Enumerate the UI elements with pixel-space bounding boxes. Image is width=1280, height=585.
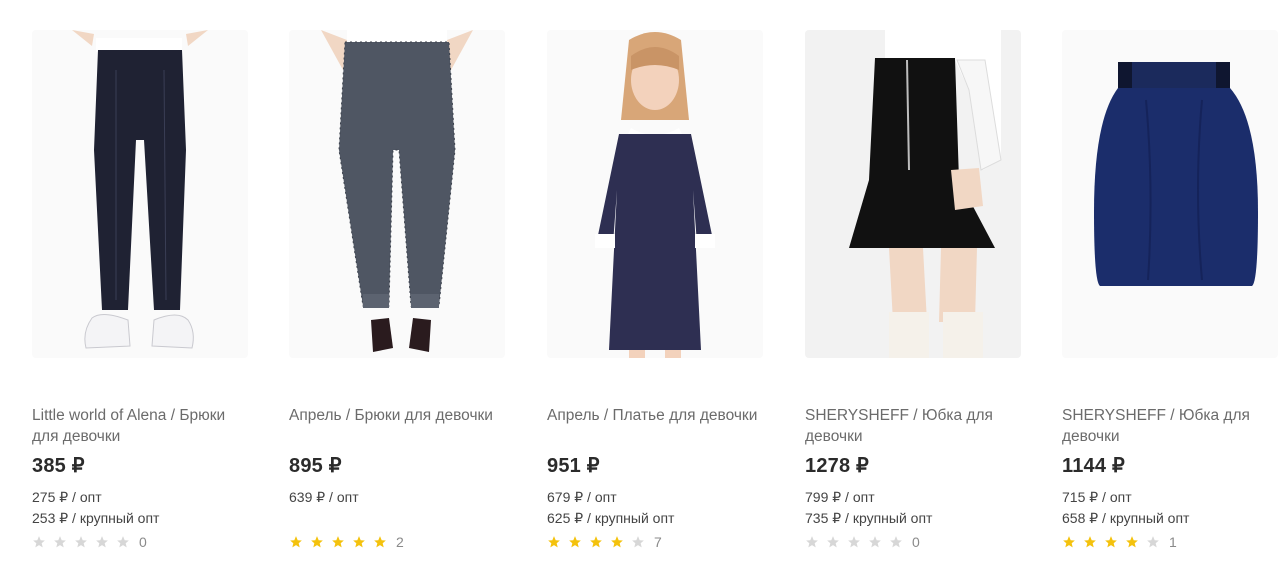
product-image-black-skirt[interactable] bbox=[805, 30, 1021, 358]
product-card[interactable]: SHERYSHEFF / Юбка для девочки 1144 ₽ 715… bbox=[1050, 0, 1280, 585]
product-title[interactable]: Апрель / Брюки для девочки bbox=[289, 405, 511, 426]
star-icon bbox=[847, 535, 861, 549]
large-wholesale-price: 253 ₽ / крупный опт bbox=[32, 510, 160, 526]
star-icon bbox=[826, 535, 840, 549]
star-icon bbox=[1146, 535, 1160, 549]
product-image-black-trousers[interactable] bbox=[32, 30, 248, 358]
large-wholesale-price: 625 ₽ / крупный опт bbox=[547, 510, 675, 526]
product-grid: Little world of Alena / Брюки для девочк… bbox=[0, 0, 1280, 585]
star-icon bbox=[289, 535, 303, 549]
product-card[interactable]: Little world of Alena / Брюки для девочк… bbox=[20, 0, 250, 585]
star-icon bbox=[805, 535, 819, 549]
star-icon bbox=[53, 535, 67, 549]
product-price: 951 ₽ bbox=[547, 455, 600, 477]
wholesale-price: 679 ₽ / опт bbox=[547, 489, 617, 505]
wholesale-price: 799 ₽ / опт bbox=[805, 489, 875, 505]
product-card[interactable]: Апрель / Платье для девочки 951 ₽ 679 ₽ … bbox=[535, 0, 765, 585]
star-icon bbox=[868, 535, 882, 549]
star-icon bbox=[74, 535, 88, 549]
star-icon bbox=[352, 535, 366, 549]
product-title[interactable]: Little world of Alena / Брюки для девочк… bbox=[32, 405, 254, 447]
rating: 1 bbox=[1062, 534, 1177, 550]
star-icon bbox=[1083, 535, 1097, 549]
wholesale-price: 275 ₽ / опт bbox=[32, 489, 102, 505]
rating: 0 bbox=[805, 534, 920, 550]
wholesale-price: 639 ₽ / опт bbox=[289, 489, 359, 505]
star-icon bbox=[116, 535, 130, 549]
review-count[interactable]: 0 bbox=[912, 534, 920, 550]
product-title[interactable]: Апрель / Платье для девочки bbox=[547, 405, 769, 426]
product-price: 895 ₽ bbox=[289, 455, 342, 477]
product-image-navy-dress[interactable] bbox=[547, 30, 763, 358]
star-icon bbox=[610, 535, 624, 549]
product-price: 1144 ₽ bbox=[1062, 455, 1125, 477]
product-card[interactable]: SHERYSHEFF / Юбка для девочки 1278 ₽ 799… bbox=[793, 0, 1023, 585]
product-price: 385 ₽ bbox=[32, 455, 85, 477]
product-image-navy-skirt[interactable] bbox=[1062, 30, 1278, 358]
star-icon bbox=[1104, 535, 1118, 549]
rating: 0 bbox=[32, 534, 147, 550]
star-icon bbox=[889, 535, 903, 549]
product-title[interactable]: SHERYSHEFF / Юбка для девочки bbox=[805, 405, 1027, 447]
large-wholesale-price: 735 ₽ / крупный опт bbox=[805, 510, 933, 526]
product-image-grey-trousers[interactable] bbox=[289, 30, 505, 358]
review-count[interactable]: 1 bbox=[1169, 534, 1177, 550]
star-icon bbox=[568, 535, 582, 549]
wholesale-price: 715 ₽ / опт bbox=[1062, 489, 1132, 505]
star-icon bbox=[32, 535, 46, 549]
star-icon bbox=[547, 535, 561, 549]
star-icon bbox=[589, 535, 603, 549]
star-icon bbox=[373, 535, 387, 549]
product-price: 1278 ₽ bbox=[805, 455, 869, 477]
star-icon bbox=[1062, 535, 1076, 549]
star-icon bbox=[310, 535, 324, 549]
star-icon bbox=[95, 535, 109, 549]
product-card[interactable]: Апрель / Брюки для девочки 895 ₽ 639 ₽ /… bbox=[277, 0, 507, 585]
star-icon bbox=[1125, 535, 1139, 549]
review-count[interactable]: 7 bbox=[654, 534, 662, 550]
star-icon bbox=[631, 535, 645, 549]
large-wholesale-price: 658 ₽ / крупный опт bbox=[1062, 510, 1190, 526]
star-icon bbox=[331, 535, 345, 549]
product-title[interactable]: SHERYSHEFF / Юбка для девочки bbox=[1062, 405, 1280, 447]
rating: 2 bbox=[289, 534, 404, 550]
rating: 7 bbox=[547, 534, 662, 550]
review-count[interactable]: 2 bbox=[396, 534, 404, 550]
review-count[interactable]: 0 bbox=[139, 534, 147, 550]
